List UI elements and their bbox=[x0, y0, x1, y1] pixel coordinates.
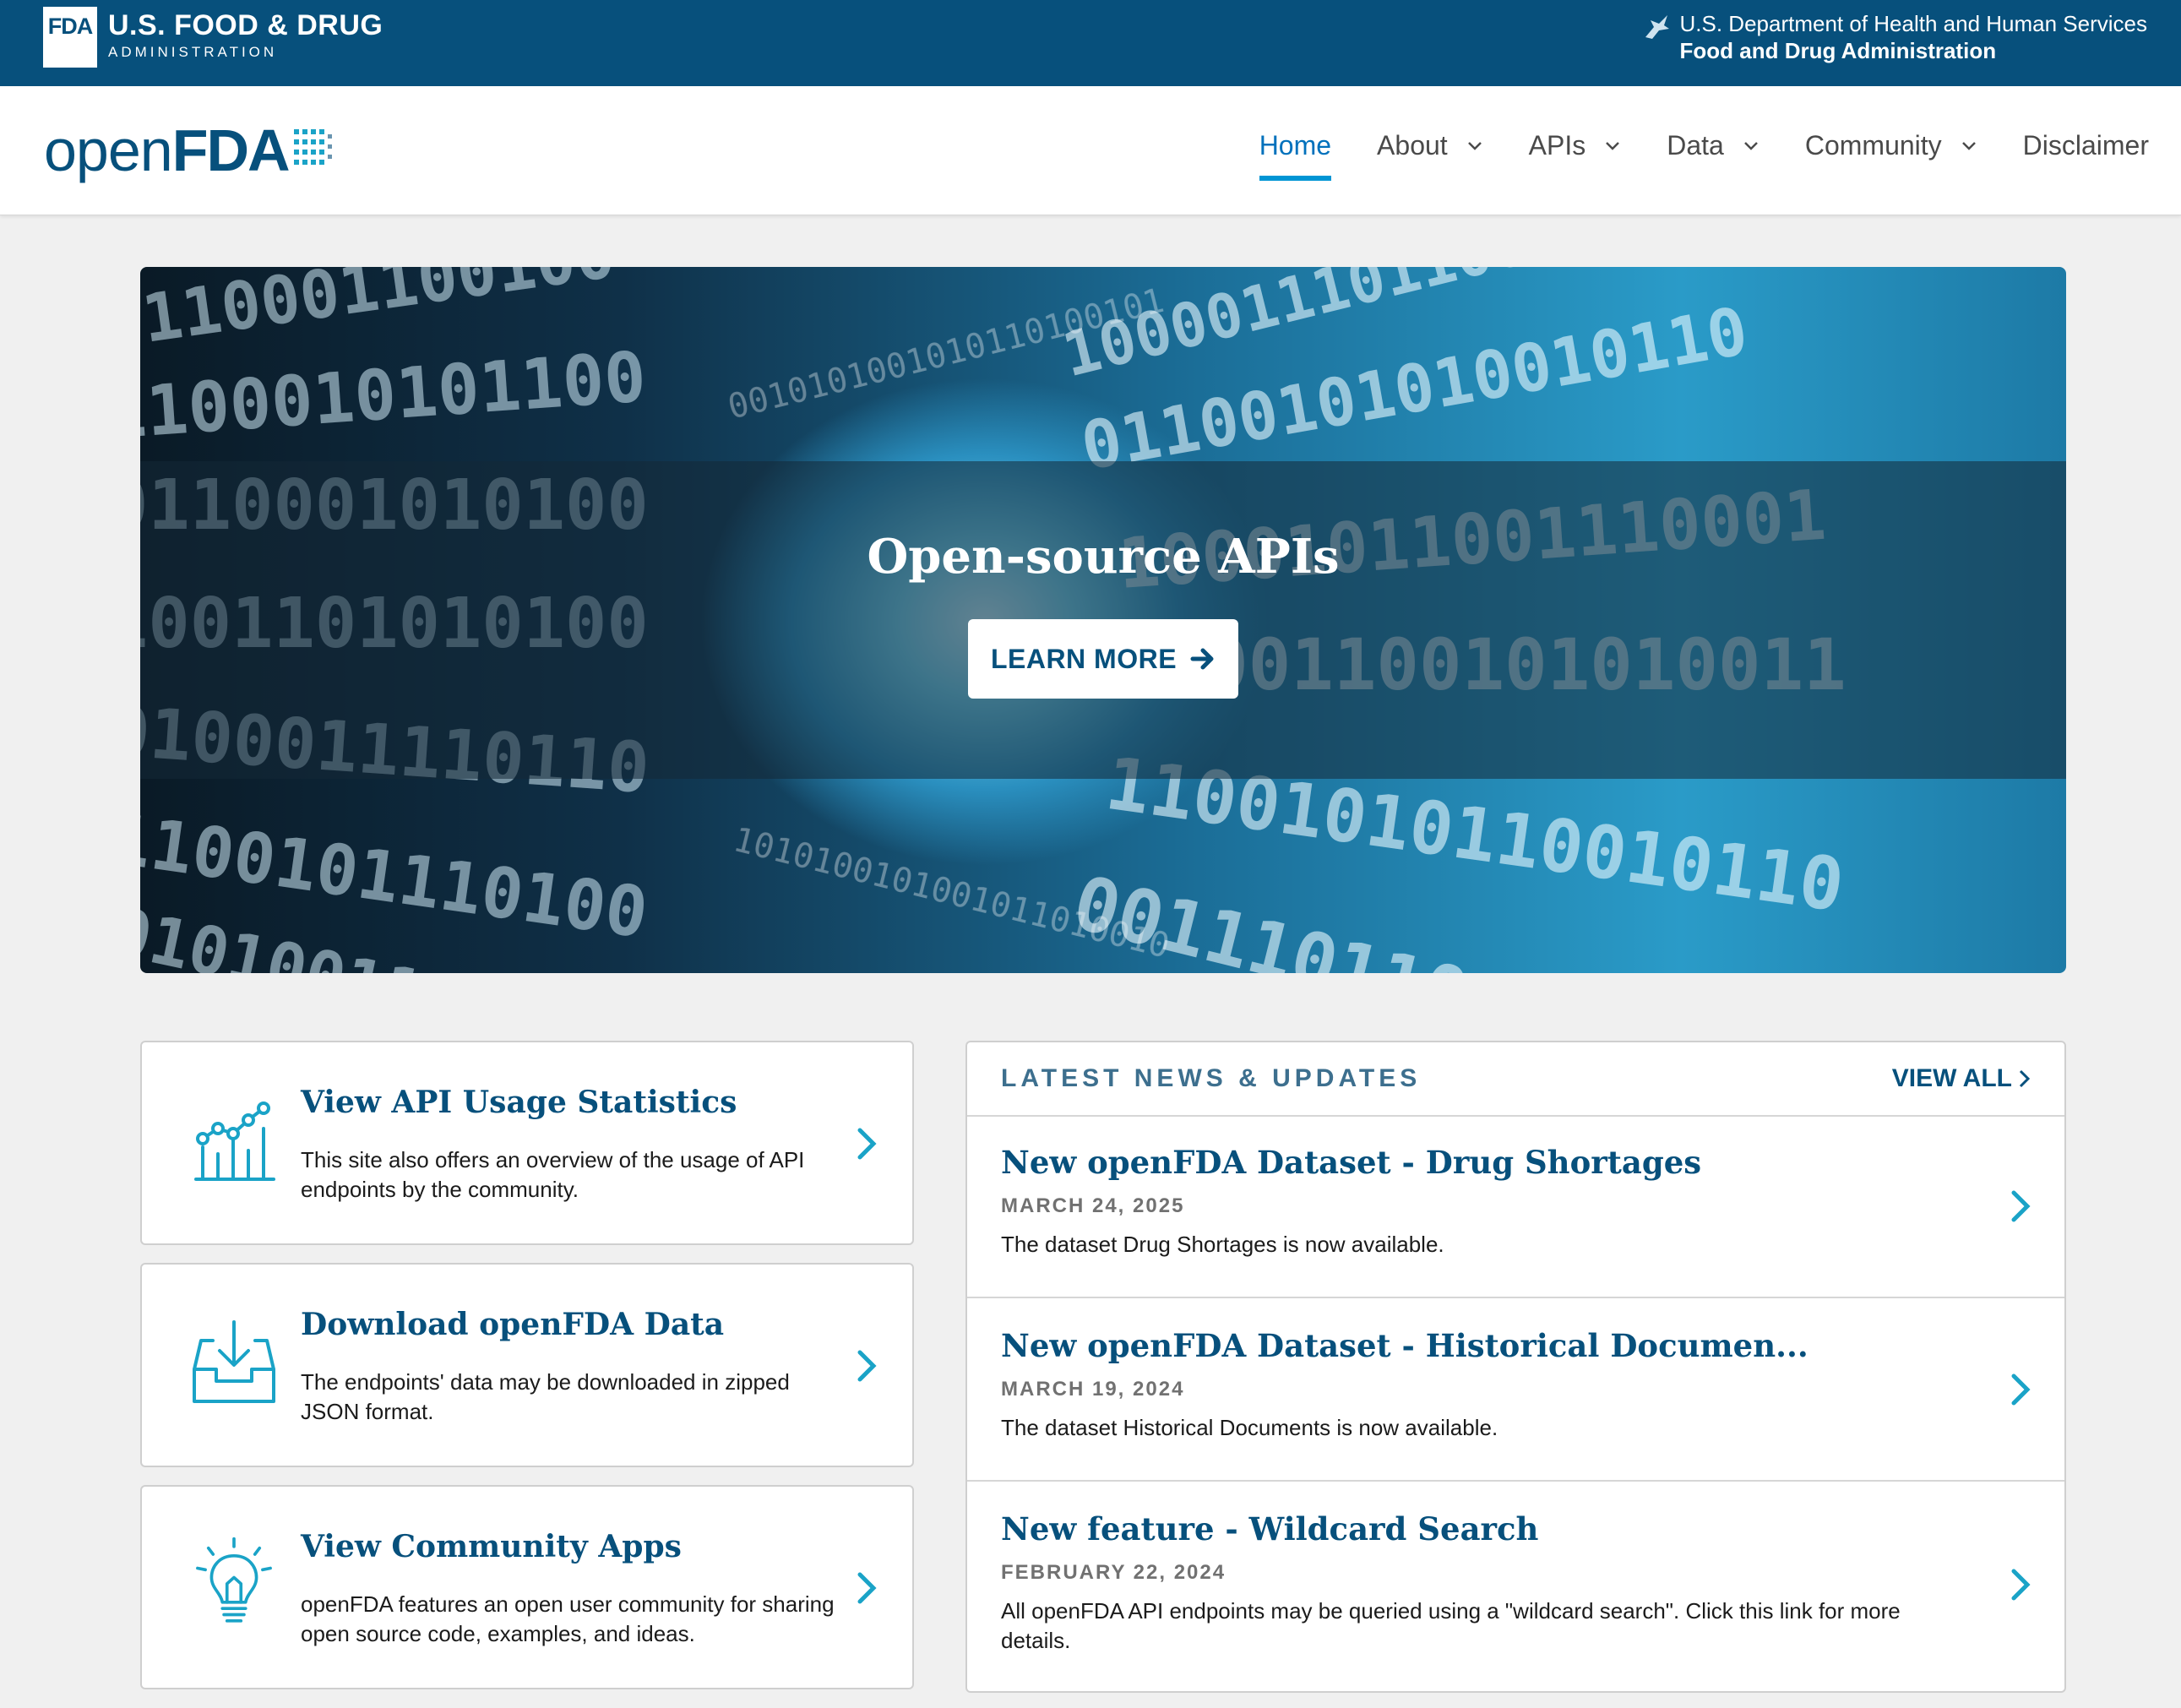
nav-about[interactable]: About bbox=[1377, 127, 1483, 164]
main-navbar: open FDA Home About APIs Data Community D… bbox=[0, 86, 2181, 215]
download-tray-icon bbox=[193, 1320, 275, 1403]
chevron-down-icon bbox=[1961, 142, 1976, 150]
chart-icon bbox=[194, 1101, 275, 1181]
news-title: New openFDA Dataset - Historical Documen… bbox=[1001, 1327, 1808, 1364]
chevron-down-icon bbox=[1467, 142, 1482, 150]
nav-data[interactable]: Data bbox=[1667, 127, 1759, 164]
card-description: openFDA features an open user community … bbox=[301, 1591, 835, 1646]
agency-name-line1: U.S. FOOD & DRUG bbox=[108, 9, 383, 41]
chevron-down-icon bbox=[1606, 142, 1620, 150]
chevron-right-icon bbox=[857, 1572, 877, 1604]
news-date: MARCH 19, 2024 bbox=[1001, 1378, 1185, 1401]
chevron-right-icon bbox=[2011, 1373, 2031, 1406]
card-title: View API Usage Statistics bbox=[301, 1085, 737, 1120]
learn-more-label: LEARN MORE bbox=[990, 643, 1178, 674]
nav-disclaimer-label: Disclaimer bbox=[2022, 129, 2149, 160]
logo-dots-icon bbox=[293, 129, 332, 165]
nav-apis[interactable]: APIs bbox=[1529, 127, 1622, 164]
chevron-right-icon bbox=[2019, 1069, 2031, 1088]
card-community-apps[interactable]: View Community Apps openFDA features an … bbox=[140, 1485, 914, 1689]
news-title: New openFDA Dataset - Drug Shortages bbox=[1001, 1144, 1702, 1181]
card-title: View Community Apps bbox=[301, 1529, 682, 1564]
agency-header: FDA U.S. FOOD & DRUG ADMINISTRATION U.S.… bbox=[0, 0, 2181, 86]
nav-apis-label: APIs bbox=[1528, 129, 1586, 160]
hhs-line1: U.S. Department of Health and Human Serv… bbox=[1679, 11, 2147, 36]
hhs-eagle-icon bbox=[1645, 15, 1669, 39]
hhs-line2: Food and Drug Administration bbox=[1679, 38, 1997, 63]
chevron-right-icon bbox=[857, 1128, 877, 1160]
news-item[interactable]: New openFDA Dataset - Historical Documen… bbox=[967, 1298, 2064, 1482]
hero-title: Open-source APIs bbox=[867, 529, 1340, 585]
news-summary: The dataset Drug Shortages is now availa… bbox=[1001, 1232, 1444, 1257]
card-api-usage[interactable]: View API Usage Statistics This site also… bbox=[140, 1041, 914, 1245]
card-title: Download openFDA Data bbox=[301, 1307, 725, 1342]
nav-disclaimer[interactable]: Disclaimer bbox=[2023, 127, 2149, 164]
news-date: FEBRUARY 22, 2024 bbox=[1001, 1561, 1226, 1584]
logo-fda-text: FDA bbox=[171, 117, 291, 183]
news-date: MARCH 24, 2025 bbox=[1001, 1194, 1185, 1217]
nav-data-label: Data bbox=[1667, 129, 1724, 160]
news-heading: LATEST NEWS & UPDATES bbox=[1001, 1064, 1422, 1092]
lightbulb-icon bbox=[196, 1537, 272, 1623]
logo-open-text: open bbox=[44, 117, 173, 183]
nav-home-label: Home bbox=[1259, 129, 1332, 160]
nav-community-label: Community bbox=[1804, 129, 1942, 160]
agency-name[interactable]: U.S. FOOD & DRUG ADMINISTRATION bbox=[108, 8, 383, 63]
chevron-right-icon bbox=[2011, 1190, 2031, 1222]
news-panel: LATEST NEWS & UPDATES VIEW ALL New openF… bbox=[965, 1041, 2066, 1693]
news-summary: All openFDA API endpoints may be queried… bbox=[1001, 1598, 1901, 1653]
news-item[interactable]: New feature - Wildcard Search FEBRUARY 2… bbox=[967, 1482, 2064, 1691]
nav-community[interactable]: Community bbox=[1805, 127, 1977, 164]
view-all-label: VIEW ALL bbox=[1891, 1064, 2012, 1092]
chevron-right-icon bbox=[2011, 1569, 2031, 1601]
arrow-right-icon bbox=[1190, 648, 1214, 670]
card-description: The endpoints' data may be downloaded in… bbox=[301, 1369, 790, 1424]
learn-more-button[interactable]: LEARN MORE bbox=[968, 619, 1238, 699]
news-title: New feature - Wildcard Search bbox=[1001, 1510, 1539, 1548]
nav-about-label: About bbox=[1377, 129, 1448, 160]
news-summary: The dataset Historical Documents is now … bbox=[1001, 1415, 1498, 1440]
view-all-link[interactable]: VIEW ALL bbox=[1892, 1064, 2032, 1093]
hero-banner: 0110001100100 1100010101100 011000101010… bbox=[140, 267, 2066, 973]
card-description: This site also offers an overview of the… bbox=[301, 1147, 805, 1202]
svg-text:1100010101100: 1100010101100 bbox=[140, 337, 649, 455]
news-header: LATEST NEWS & UPDATES VIEW ALL bbox=[967, 1042, 2064, 1117]
hhs-department[interactable]: U.S. Department of Health and Human Serv… bbox=[1680, 10, 2147, 64]
nav-home[interactable]: Home bbox=[1259, 127, 1332, 181]
primary-nav: Home About APIs Data Community Disclaime… bbox=[1214, 127, 2149, 181]
chevron-right-icon bbox=[857, 1350, 877, 1382]
fda-logo-badge[interactable]: FDA bbox=[43, 7, 97, 68]
agency-name-line2: ADMINISTRATION bbox=[108, 44, 278, 60]
chevron-down-icon bbox=[1743, 142, 1758, 150]
card-download-data[interactable]: Download openFDA Data The endpoints' dat… bbox=[140, 1263, 914, 1467]
openfda-logo[interactable]: open FDA bbox=[44, 117, 340, 184]
news-item[interactable]: New openFDA Dataset - Drug Shortages MAR… bbox=[967, 1115, 2064, 1298]
